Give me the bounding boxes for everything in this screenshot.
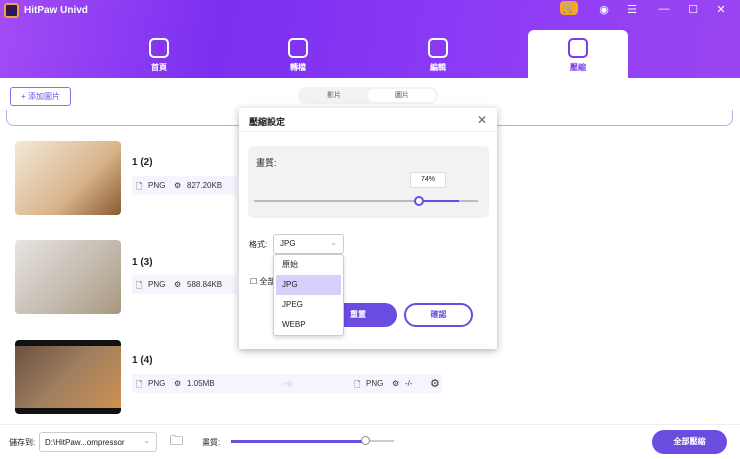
slider-fill <box>231 440 366 443</box>
size-icon: ⚙ <box>174 181 182 190</box>
save-to-label: 儲存到: <box>9 438 36 447</box>
header: HitPaw Univd 🛒 ◉ ☰ — ☐ ✕ 首頁 轉檔 編輯 壓縮 <box>0 0 740 78</box>
add-image-button[interactable]: + 添加圖片 <box>10 87 71 106</box>
file-icon: 🗋 <box>354 380 361 389</box>
apply-all-checkbox[interactable]: ☐ 全部 <box>250 276 275 287</box>
size-icon: ⚙ <box>392 379 400 388</box>
size-icon: ⚙ <box>174 379 182 388</box>
arrow-icon: ➜ <box>282 375 294 391</box>
dialog-title: 壓縮設定 <box>249 117 286 127</box>
folder-icon[interactable]: 🗀 <box>170 432 183 454</box>
thumbnail <box>15 141 121 215</box>
size-icon: ⚙ <box>174 280 182 289</box>
format-label: 格式: <box>249 240 268 249</box>
file-name: 1 (4) <box>132 355 153 366</box>
account-icon[interactable]: ◉ <box>596 3 612 16</box>
save-path: D:\HitPaw...ompressor <box>45 438 125 447</box>
media-type-toggle: 影片 圖片 <box>298 87 438 104</box>
format-option[interactable]: JPG <box>276 275 341 295</box>
file-info: 🗋 PNG ⚙ 1.05MB ➜ 🗋 PNG ⚙ -/- ⚙ <box>132 374 442 393</box>
segment-image[interactable]: 圖片 <box>368 89 436 102</box>
file-icon: 🗋 <box>136 281 143 290</box>
compress-icon <box>568 38 588 58</box>
format-option[interactable]: 原始 <box>276 255 341 275</box>
confirm-button[interactable]: 確認 <box>404 303 473 327</box>
tab-convert[interactable]: 轉檔 <box>248 30 348 78</box>
save-path-select[interactable]: D:\HitPaw...ompressor ⌄ <box>39 432 157 452</box>
format-dropdown: 原始 JPG JPEG WEBP <box>273 254 344 336</box>
file-name: 1 (3) <box>132 257 153 268</box>
output-format: PNG <box>366 379 384 388</box>
file-size: 588.84KB <box>187 280 223 289</box>
quality-slider[interactable] <box>254 196 478 206</box>
file-icon: 🗋 <box>136 380 143 389</box>
app-title: HitPaw Univd <box>24 5 88 16</box>
tab-compress[interactable]: 壓縮 <box>528 30 628 78</box>
quality-label: 畫質: <box>202 438 221 447</box>
tab-home[interactable]: 首頁 <box>109 30 209 78</box>
home-icon <box>149 38 169 58</box>
close-button[interactable]: ✕ <box>713 3 729 16</box>
file-format: PNG <box>148 379 166 388</box>
file-size: 827.20KB <box>187 181 223 190</box>
file-info: 🗋 PNG ⚙ 588.84KB <box>132 275 237 294</box>
slider-thumb[interactable] <box>414 196 424 206</box>
bottom-bar: 儲存到: D:\HitPaw...ompressor ⌄ 🗀 畫質: 全部壓縮 <box>0 424 740 459</box>
compress-all-button[interactable]: 全部壓縮 <box>652 430 727 454</box>
chevron-down-icon: ⌄ <box>143 436 150 445</box>
file-format: PNG <box>148 181 166 190</box>
app-logo <box>4 3 19 18</box>
edit-icon <box>428 38 448 58</box>
quality-slider[interactable] <box>231 436 394 445</box>
format-option[interactable]: WEBP <box>276 315 341 335</box>
format-value: JPG <box>280 239 296 248</box>
quality-label: 畫質: <box>256 158 277 168</box>
compress-settings-dialog: 壓縮設定 ✕ 畫質: 74% 格式: JPG ⌄ ☐ 全部 重置 確認 原始 JP… <box>239 108 497 349</box>
file-format: PNG <box>148 280 166 289</box>
file-size: 1.05MB <box>187 379 215 388</box>
file-icon: 🗋 <box>136 182 143 191</box>
format-option[interactable]: JPEG <box>276 295 341 315</box>
minimize-button[interactable]: — <box>656 3 672 15</box>
format-select[interactable]: JPG ⌄ <box>273 234 344 254</box>
segment-video[interactable]: 影片 <box>300 89 368 102</box>
file-info: 🗋 PNG ⚙ 827.20KB <box>132 176 237 195</box>
maximize-button[interactable]: ☐ <box>685 3 701 16</box>
slider-thumb[interactable] <box>361 436 370 445</box>
thumbnail <box>15 240 121 314</box>
chevron-down-icon: ⌄ <box>330 238 337 247</box>
output-size: -/- <box>405 379 413 388</box>
menu-icon[interactable]: ☰ <box>624 3 640 16</box>
thumbnail <box>15 340 121 414</box>
close-icon[interactable]: ✕ <box>477 113 487 127</box>
settings-icon[interactable]: ⚙ <box>430 377 440 390</box>
dialog-header: 壓縮設定 ✕ <box>239 108 497 132</box>
quality-panel: 畫質: 74% <box>248 146 489 218</box>
cart-icon[interactable]: 🛒 <box>560 1 578 15</box>
convert-icon <box>288 38 308 58</box>
slider-fill <box>419 200 459 202</box>
quality-value: 74% <box>410 172 446 188</box>
file-name: 1 (2) <box>132 157 153 168</box>
tab-edit[interactable]: 編輯 <box>388 30 488 78</box>
